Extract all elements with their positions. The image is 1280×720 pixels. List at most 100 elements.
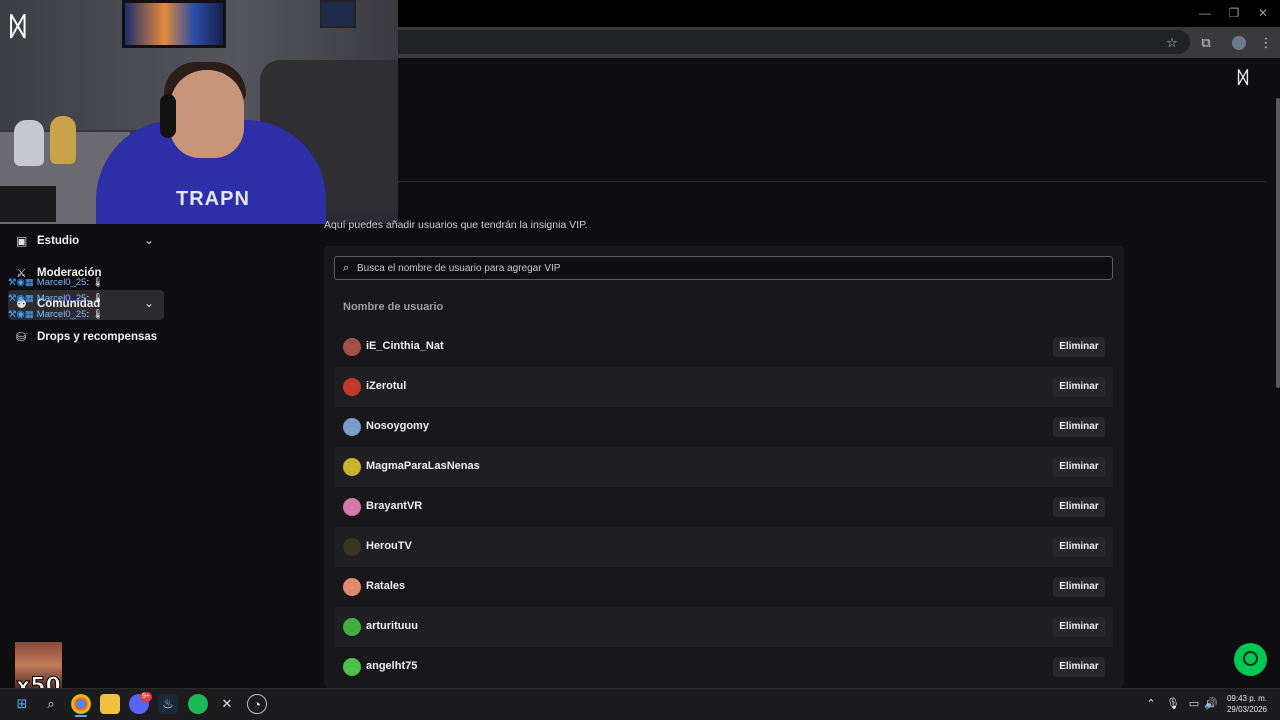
support-icon (1243, 651, 1258, 666)
search-icon: ⌕ (343, 262, 350, 274)
stream-logo-icon: ᛞ (10, 11, 26, 41)
vip-user-row: angelht75 Eliminar (334, 647, 1113, 687)
close-button[interactable]: ✕ (1256, 6, 1270, 20)
vip-user-row: BrayantVR Eliminar (334, 487, 1113, 527)
sidebar-item-estudio[interactable]: ▣ Estudio ⌄ (8, 227, 164, 257)
hoodie-text: TRAPN (176, 188, 250, 210)
sidebar-item-label: Drops y recompensas (37, 331, 158, 343)
brand-logo-icon[interactable]: ᛞ (1234, 68, 1252, 88)
chat-badges-icon: ⚒◉▦ (8, 277, 34, 288)
chat-message: ⚒◉▦ Marcel0_25: 🌡 (8, 293, 104, 304)
user-avatar[interactable] (343, 498, 361, 516)
username[interactable]: HerouTV (366, 540, 412, 552)
remove-vip-button[interactable]: Eliminar (1053, 377, 1105, 397)
sidebar-item-label: Estudio (37, 235, 80, 247)
chat-username: Marcel0_25 (36, 277, 87, 288)
vip-user-row: MagmaParaLasNenas Eliminar (334, 447, 1113, 487)
username[interactable]: Nosoygomy (366, 420, 429, 432)
taskbar-clock[interactable]: 09:43 p. m. 29/03/2026 (1222, 693, 1272, 715)
drops-icon: ⛁ (16, 330, 27, 344)
sidebar-item-drops[interactable]: ⛁ Drops y recompensas (8, 323, 164, 353)
user-avatar[interactable] (343, 618, 361, 636)
webcam-headset (160, 94, 176, 138)
page-scrollbar[interactable] (1276, 98, 1280, 388)
user-avatar[interactable] (343, 338, 361, 356)
file-explorer-icon[interactable] (100, 694, 120, 714)
webcam-toy (14, 120, 44, 166)
vip-user-row: arturituuu Eliminar (334, 607, 1113, 647)
vip-user-row: Nosoygomy Eliminar (334, 407, 1113, 447)
username[interactable]: arturituuu (366, 620, 418, 632)
username[interactable]: Ratales (366, 580, 405, 592)
chevron-down-icon: ⌄ (143, 296, 155, 310)
minimize-button[interactable]: — (1198, 6, 1212, 20)
chrome-icon[interactable] (71, 694, 91, 714)
profile-icon[interactable] (1232, 36, 1246, 50)
remove-vip-button[interactable]: Eliminar (1053, 337, 1105, 357)
active-app-indicator (75, 715, 87, 717)
restore-button[interactable]: ❐ (1227, 6, 1241, 20)
discord-badge: 9+ (140, 692, 152, 702)
user-avatar[interactable] (343, 378, 361, 396)
vip-search-field[interactable]: ⌕ (334, 256, 1113, 280)
x-icon[interactable]: ✕ (217, 694, 237, 714)
webcam-picture-frame (320, 0, 356, 28)
vip-user-row: HerouTV Eliminar (334, 527, 1113, 567)
star-icon[interactable]: ☆ (1163, 34, 1181, 52)
webcam-keyboard (0, 186, 56, 222)
chat-badges-icon: ⚒◉▦ (8, 309, 34, 320)
spotify-icon[interactable] (188, 694, 208, 714)
chat-text: : 🌡 (86, 277, 104, 288)
vip-user-row: iE_Cinthia_Nat Eliminar (334, 327, 1113, 367)
user-avatar[interactable] (343, 578, 361, 596)
remove-vip-button[interactable]: Eliminar (1053, 497, 1105, 517)
user-avatar[interactable] (343, 658, 361, 676)
vip-description: Aquí puedes añadir usuarios que tendrán … (324, 219, 588, 231)
menu-icon[interactable]: ⋮ (1257, 34, 1275, 52)
clock-time: 09:43 p. m. (1226, 694, 1268, 703)
tray-overflow-icon[interactable]: ⌃ (1144, 697, 1158, 711)
webcam-person-head (170, 70, 244, 158)
remove-vip-button[interactable]: Eliminar (1053, 537, 1105, 557)
user-avatar[interactable] (343, 458, 361, 476)
username[interactable]: iE_Cinthia_Nat (366, 340, 444, 352)
windows-icon[interactable]: ⊞ (12, 694, 32, 714)
chat-text: : 🌡 (86, 309, 104, 320)
remove-vip-button[interactable]: Eliminar (1053, 417, 1105, 437)
steam-icon[interactable]: ♨ (158, 694, 178, 714)
chat-username: Marcel0_25 (36, 293, 87, 304)
remove-vip-button[interactable]: Eliminar (1053, 577, 1105, 597)
help-button[interactable] (1234, 643, 1267, 676)
column-header-username: Nombre de usuario (343, 301, 444, 313)
user-avatar[interactable] (343, 418, 361, 436)
username[interactable]: angelht75 (366, 660, 417, 672)
chevron-down-icon: ⌄ (143, 233, 155, 247)
obs-icon[interactable]: ◔ (247, 694, 267, 714)
chat-badges-icon: ⚒◉▦ (8, 293, 34, 304)
clock-date: 29/03/2026 (1226, 705, 1268, 714)
remove-vip-button[interactable]: Eliminar (1053, 617, 1105, 637)
studio-icon: ▣ (16, 234, 28, 248)
chat-message: ⚒◉▦ Marcel0_25: 🌡 (8, 309, 104, 320)
volume-icon[interactable]: 🔊 (1204, 697, 1218, 711)
webcam-screen (122, 0, 226, 48)
chat-message: ⚒◉▦ Marcel0_25: 🌡 (8, 277, 104, 288)
vip-search-input[interactable] (357, 259, 1097, 277)
username[interactable]: MagmaParaLasNenas (366, 460, 480, 472)
header-divider (398, 181, 1266, 182)
vip-user-row: iZerotul Eliminar (334, 367, 1113, 407)
user-avatar[interactable] (343, 538, 361, 556)
webcam-toy (50, 116, 76, 164)
webcam-overlay: TRAPN ᛞ (0, 0, 398, 224)
username[interactable]: iZerotul (366, 380, 406, 392)
chat-text: : 🌡 (86, 293, 104, 304)
extensions-icon[interactable]: ⧉ (1197, 34, 1215, 52)
username[interactable]: BrayantVR (366, 500, 422, 512)
vip-user-row: Ratales Eliminar (334, 567, 1113, 607)
chat-username: Marcel0_25 (36, 309, 87, 320)
microphone-icon[interactable]: 🎙 (1166, 697, 1180, 711)
search-icon[interactable]: ⌕ (41, 694, 61, 714)
remove-vip-button[interactable]: Eliminar (1053, 657, 1105, 677)
remove-vip-button[interactable]: Eliminar (1053, 457, 1105, 477)
network-icon[interactable]: ▭ (1187, 697, 1201, 711)
